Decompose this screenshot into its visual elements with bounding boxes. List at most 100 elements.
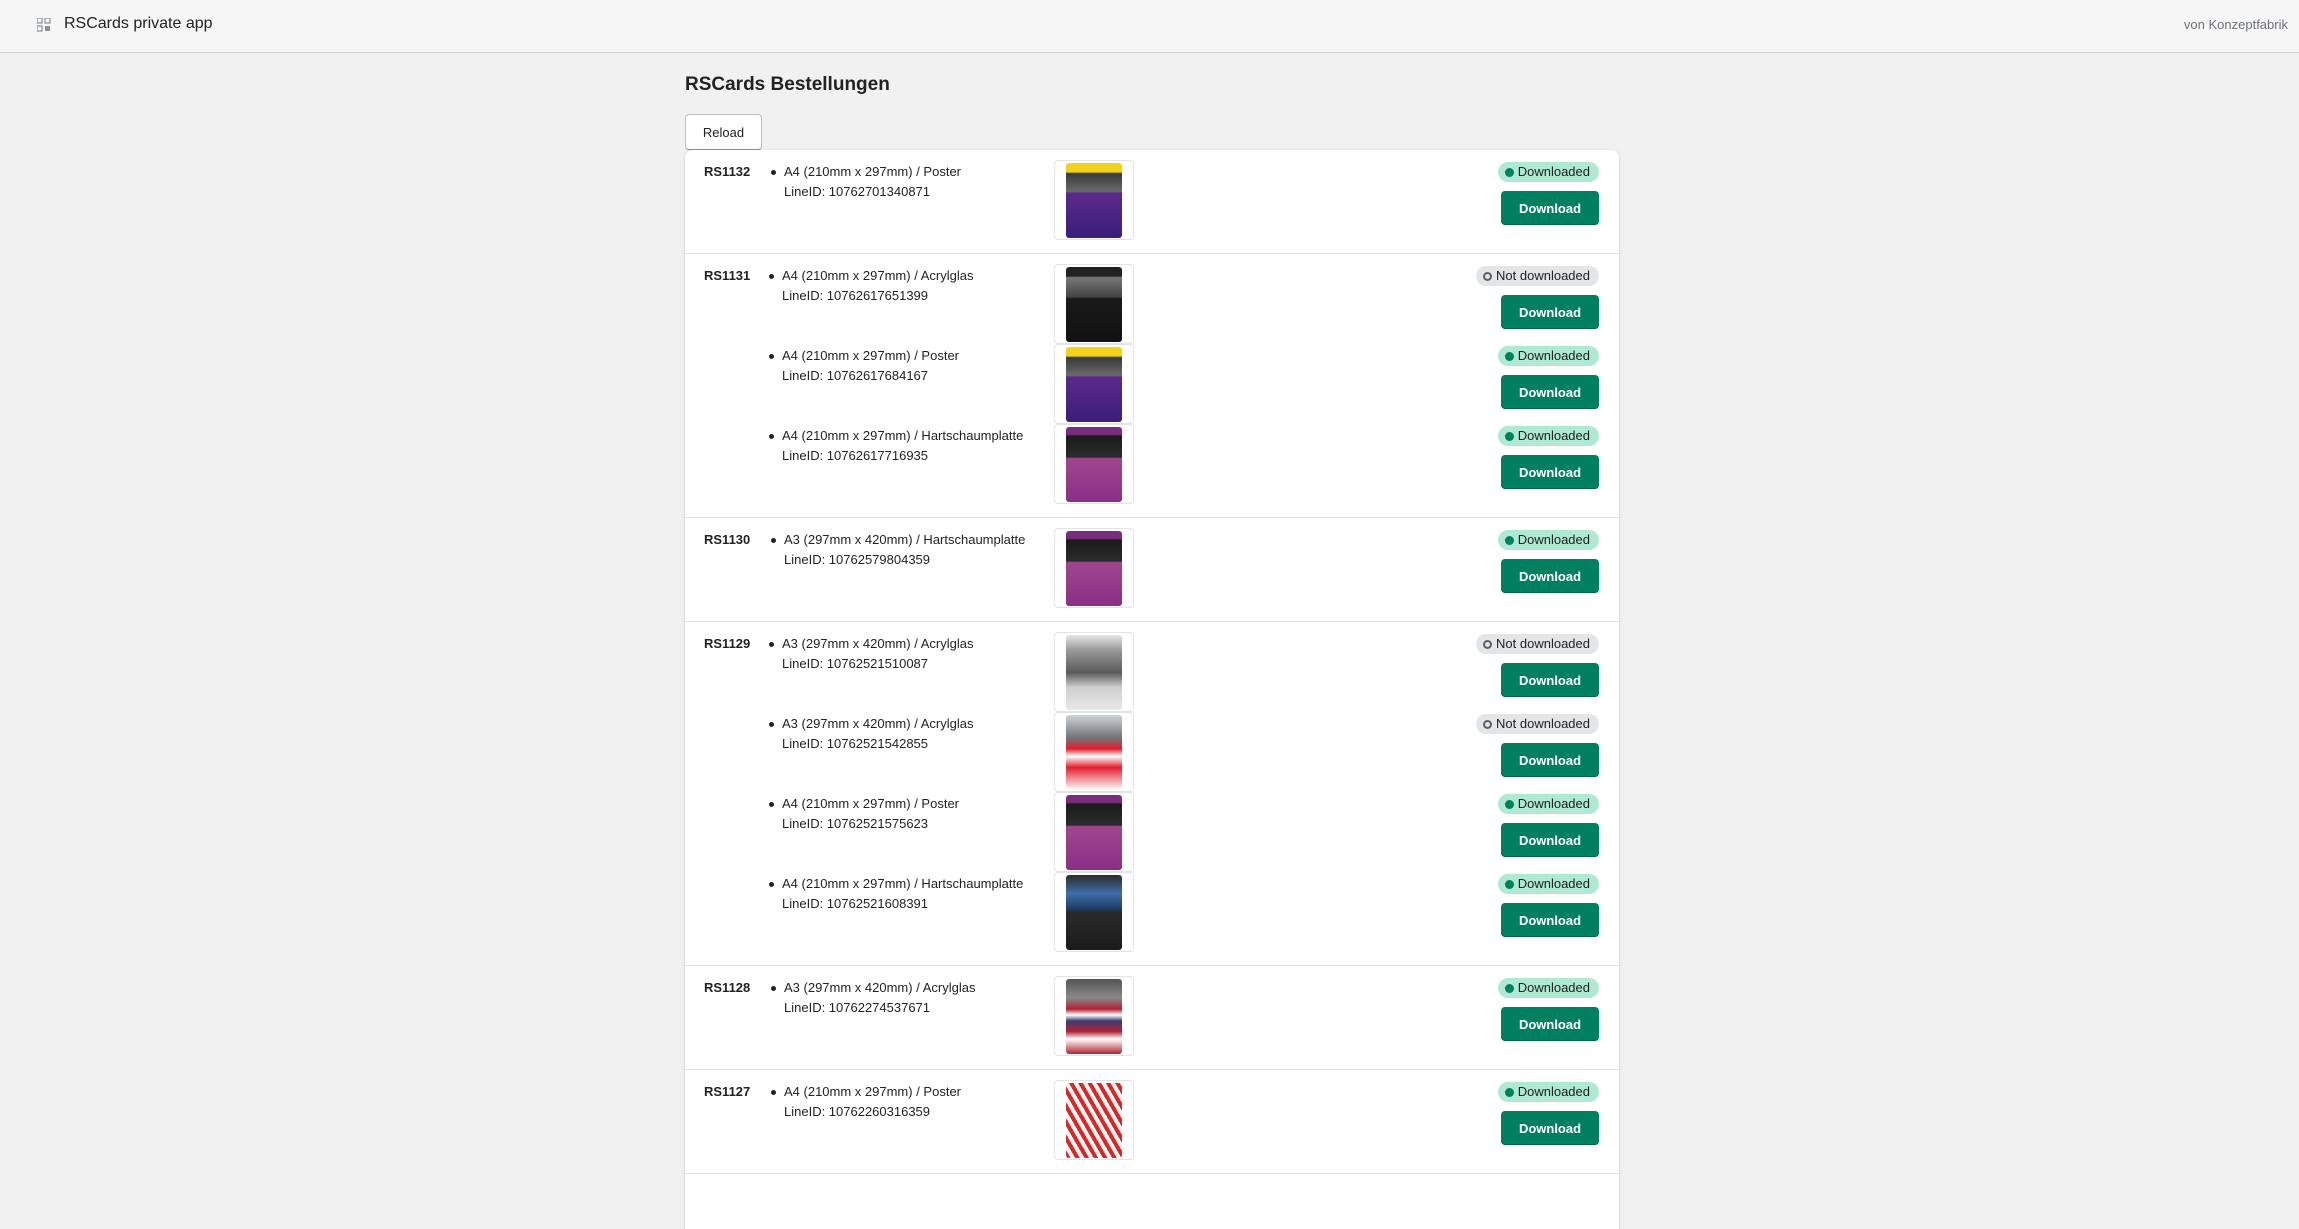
line-item-id: LineID: 10762521510087	[782, 656, 929, 671]
status-text: Not downloaded	[1496, 716, 1590, 731]
reload-button[interactable]: Reload	[685, 114, 762, 150]
status-filled-dot-icon	[1504, 168, 1514, 177]
line-item-title: A4 (210mm x 297mm) / Poster	[784, 1084, 961, 1099]
bullet	[771, 986, 776, 991]
card-preview-image	[1066, 979, 1122, 1054]
line-item-title: A3 (297mm x 420mm) / Hartschaumplatte	[784, 532, 1026, 547]
order-line-item: A4 (210mm x 297mm) / Hartschaumplatte Lin…	[685, 872, 1619, 954]
status-text: Not downloaded	[1496, 636, 1590, 651]
status-badge-downloaded: Downloaded	[1497, 346, 1599, 366]
product-thumbnail	[1054, 976, 1134, 1056]
card-preview-image	[1066, 531, 1122, 606]
status-text: Downloaded	[1517, 164, 1590, 179]
status-filled-dot-icon	[1504, 1088, 1514, 1097]
line-item-id: LineID: 10762579804359	[784, 552, 931, 567]
line-item-title: A4 (210mm x 297mm) / Poster	[782, 796, 959, 811]
page-title: RSCards Bestellungen	[685, 74, 890, 95]
status-text: Downloaded	[1517, 1084, 1590, 1099]
line-item-title: A4 (210mm x 297mm) / Hartschaumplatte	[782, 876, 1024, 891]
download-button[interactable]: Download	[1501, 455, 1599, 489]
order-line-item: A4 (210mm x 297mm) / Poster LineID: 10762…	[685, 160, 1619, 242]
orders-card: RS1132 A4 (210mm x 297mm) / Poster LineID:…	[685, 150, 1619, 1229]
line-item-title: A4 (210mm x 297mm) / Hartschaumplatte	[782, 428, 1024, 443]
line-item-id: LineID: 10762521542855	[782, 736, 929, 751]
download-button[interactable]: Download	[1501, 743, 1599, 777]
line-item-id: LineID: 10762521608391	[782, 896, 929, 911]
order-row: RS1130 A3 (297mm x 420mm) / Hartschaumpla…	[685, 518, 1619, 622]
product-thumbnail	[1054, 344, 1134, 424]
card-preview-image	[1066, 715, 1122, 790]
bullet	[769, 882, 774, 887]
download-button[interactable]: Download	[1501, 903, 1599, 937]
bullet	[771, 170, 776, 175]
product-thumbnail	[1054, 792, 1134, 872]
bullet	[769, 434, 774, 439]
line-item-id: LineID: 10762521575623	[782, 816, 929, 831]
product-thumbnail	[1054, 264, 1134, 344]
download-button[interactable]: Download	[1501, 191, 1599, 225]
status-filled-dot-icon	[1504, 536, 1514, 545]
line-item-title: A3 (297mm x 420mm) / Acrylglas	[782, 716, 974, 731]
status-badge-not-downloaded: Not downloaded	[1476, 634, 1599, 654]
bullet	[769, 354, 774, 359]
status-filled-dot-icon	[1504, 352, 1514, 361]
status-badge-downloaded: Downloaded	[1497, 426, 1599, 446]
product-thumbnail	[1054, 632, 1134, 712]
status-badge-downloaded: Downloaded	[1497, 978, 1599, 998]
status-filled-dot-icon	[1504, 880, 1514, 889]
order-line-item: A4 (210mm x 297mm) / Poster LineID: 10762…	[685, 1080, 1619, 1162]
product-thumbnail	[1054, 872, 1134, 952]
line-item-title: A4 (210mm x 297mm) / Poster	[782, 348, 959, 363]
app-title: RSCards private app	[64, 15, 213, 32]
line-item-id: LineID: 10762701340871	[784, 184, 931, 199]
order-row: RS1132 A4 (210mm x 297mm) / Poster LineID:…	[685, 150, 1619, 254]
download-button[interactable]: Download	[1501, 295, 1599, 329]
download-button[interactable]: Download	[1501, 559, 1599, 593]
download-button[interactable]: Download	[1501, 375, 1599, 409]
card-preview-image	[1066, 427, 1122, 502]
card-preview-image	[1066, 635, 1122, 710]
status-text: Downloaded	[1517, 348, 1590, 363]
status-badge-downloaded: Downloaded	[1497, 162, 1599, 182]
bullet	[769, 642, 774, 647]
order-row: RS1131 A4 (210mm x 297mm) / Acrylglas Line…	[685, 254, 1619, 518]
download-button[interactable]: Download	[1501, 1007, 1599, 1041]
order-line-item: A3 (297mm x 420mm) / Acrylglas LineID: 10…	[685, 632, 1619, 714]
line-item-id: LineID: 10762260316359	[784, 1104, 931, 1119]
status-empty-circle-icon	[1483, 640, 1493, 649]
status-filled-dot-icon	[1504, 432, 1514, 441]
line-item-title: A3 (297mm x 420mm) / Acrylglas	[782, 636, 974, 651]
product-thumbnail	[1054, 424, 1134, 504]
order-row: RS1128 A3 (297mm x 420mm) / Acrylglas Line…	[685, 966, 1619, 1070]
status-text: Downloaded	[1517, 428, 1590, 443]
bullet	[769, 722, 774, 727]
bullet	[769, 274, 774, 279]
line-item-id: LineID: 10762274537671	[784, 1000, 931, 1015]
status-badge-downloaded: Downloaded	[1497, 1082, 1599, 1102]
order-line-item: A3 (297mm x 420mm) / Acrylglas LineID: 10…	[685, 976, 1619, 1058]
card-preview-image	[1066, 163, 1122, 238]
card-preview-image	[1066, 347, 1122, 422]
download-button[interactable]: Download	[1501, 823, 1599, 857]
card-preview-image	[1066, 795, 1122, 870]
order-line-item: A4 (210mm x 297mm) / Poster LineID: 10762…	[685, 344, 1619, 426]
product-thumbnail	[1054, 160, 1134, 240]
status-text: Downloaded	[1517, 980, 1590, 995]
order-line-item: A3 (297mm x 420mm) / Acrylglas LineID: 10…	[685, 712, 1619, 794]
status-text: Downloaded	[1517, 796, 1590, 811]
download-button[interactable]: Download	[1501, 663, 1599, 697]
product-thumbnail	[1054, 1080, 1134, 1160]
order-line-item: A4 (210mm x 297mm) / Acrylglas LineID: 10…	[685, 264, 1619, 346]
status-badge-not-downloaded: Not downloaded	[1476, 714, 1599, 734]
line-item-title: A3 (297mm x 420mm) / Acrylglas	[784, 980, 976, 995]
bullet	[769, 802, 774, 807]
line-item-id: LineID: 10762617684167	[782, 368, 929, 383]
status-text: Not downloaded	[1496, 268, 1590, 283]
card-preview-image	[1066, 1083, 1122, 1158]
bullet	[771, 538, 776, 543]
status-empty-circle-icon	[1483, 720, 1493, 729]
status-text: Downloaded	[1517, 876, 1590, 891]
line-item-title: A4 (210mm x 297mm) / Poster	[784, 164, 961, 179]
status-badge-downloaded: Downloaded	[1497, 530, 1599, 550]
download-button[interactable]: Download	[1501, 1111, 1599, 1145]
